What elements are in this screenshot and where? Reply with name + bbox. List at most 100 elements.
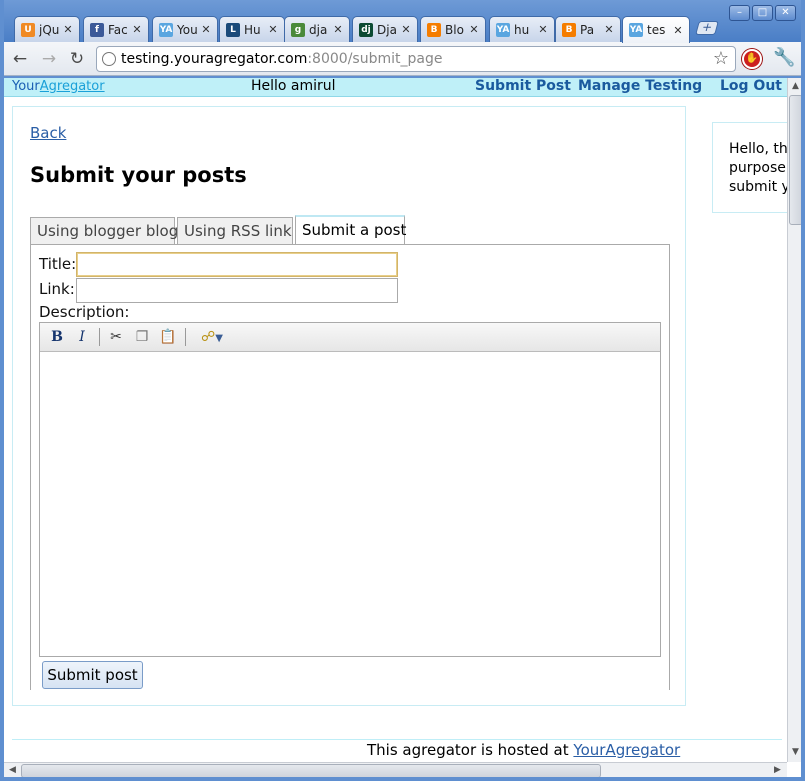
bookmark-star-icon[interactable]: ☆ xyxy=(713,47,729,71)
back-arrow-icon[interactable]: ← xyxy=(9,48,31,70)
close-tab-icon[interactable]: ✕ xyxy=(468,23,480,36)
browser-tab[interactable]: dj Dja ✕ xyxy=(352,16,418,42)
toolbar-separator xyxy=(185,328,186,346)
scroll-left-arrow-icon[interactable]: ◀ xyxy=(5,763,20,778)
submit-post-button[interactable]: Submit post xyxy=(42,661,143,689)
browser-chrome: UjQu ✕ f Fac ✕ YA You ✕ L Hu ✕ g dja ✕ dj Dja ✕ B Blo ✕ YA hu… xyxy=(0,0,805,78)
scroll-up-arrow-icon[interactable]: ▲ xyxy=(788,79,803,94)
browser-tab-title: jQu xyxy=(39,22,60,37)
vertical-scrollbar[interactable]: ▲ ▼ xyxy=(787,78,804,762)
site-header: YourAgregator Hello amirul Submit Post M… xyxy=(4,78,787,97)
link-dropdown-icon[interactable]: ☍▼ xyxy=(195,327,229,347)
address-bar[interactable]: testing.youragregator.com:8000/submit_pa… xyxy=(96,46,736,72)
description-label: Description: xyxy=(39,303,130,321)
sidebar-text-line: purpose xyxy=(729,160,786,176)
sidebar-text-line: Hello, thi xyxy=(729,141,787,157)
google-icon: g xyxy=(291,22,305,37)
blogger-icon: B xyxy=(562,22,576,37)
url-path: :8000/submit_page xyxy=(307,51,443,67)
close-tab-icon[interactable]: ✕ xyxy=(400,23,412,36)
rich-text-editor: B I ✂ ❐ 📋 ☍▼ xyxy=(39,322,661,657)
browser-tab[interactable]: YA hu ✕ xyxy=(489,16,555,42)
site-footer: This agregator is hosted at YourAgregato… xyxy=(367,741,680,759)
close-tab-icon[interactable]: ✕ xyxy=(603,23,615,36)
paste-icon[interactable]: 📋 xyxy=(158,327,178,347)
toolbar-separator xyxy=(99,328,100,346)
adblock-icon[interactable]: ✋ xyxy=(742,49,762,69)
copy-icon[interactable]: ❐ xyxy=(132,327,152,347)
site-logo[interactable]: YourAgregator xyxy=(12,79,105,94)
youragregator-icon: YA xyxy=(496,22,510,37)
page-title: Submit your posts xyxy=(30,163,247,187)
browser-tab[interactable]: B Blo ✕ xyxy=(420,16,486,42)
link-input[interactable] xyxy=(76,278,398,303)
browser-tab[interactable]: YA tes ✕ xyxy=(622,16,690,43)
horizontal-scrollbar[interactable]: ◀ ▶ xyxy=(4,762,787,779)
italic-icon[interactable]: I xyxy=(72,327,92,347)
close-window-button[interactable]: ✕ xyxy=(775,5,796,21)
submit-post-panel: Title: Link: Description: B I ✂ ❐ 📋 ☍▼ S… xyxy=(30,244,670,690)
boot-icon: L xyxy=(226,22,240,37)
wrench-icon[interactable]: 🔧 xyxy=(773,47,795,68)
close-tab-icon[interactable]: ✕ xyxy=(672,24,684,37)
footer-link[interactable]: YourAgregator xyxy=(573,741,680,759)
editor-content-area[interactable] xyxy=(40,352,660,656)
page-viewport: YourAgregator Hello amirul Submit Post M… xyxy=(4,78,787,763)
link-label: Link: xyxy=(39,280,75,298)
back-link[interactable]: Back xyxy=(30,124,66,142)
footer-text: This agregator is hosted at xyxy=(367,741,574,759)
close-tab-icon[interactable]: ✕ xyxy=(537,23,549,36)
reload-icon[interactable]: ↻ xyxy=(66,48,88,70)
browser-tab-title: Hu xyxy=(244,22,261,37)
bold-icon[interactable]: B xyxy=(47,327,67,347)
scroll-right-arrow-icon[interactable]: ▶ xyxy=(770,763,785,778)
horizontal-scroll-thumb[interactable] xyxy=(21,764,601,778)
log-out-link[interactable]: Log Out xyxy=(720,78,782,94)
browser-tab[interactable]: g dja ✕ xyxy=(284,16,350,42)
browser-tab-title: You xyxy=(177,22,198,37)
browser-tab-title: Blo xyxy=(445,22,464,37)
browser-tab[interactable]: B Pa ✕ xyxy=(555,16,621,42)
submit-post-link[interactable]: Submit Post xyxy=(475,78,571,94)
browser-toolbar: ← → ↻ testing.youragregator.com:8000/sub… xyxy=(0,42,805,76)
close-tab-icon[interactable]: ✕ xyxy=(332,23,344,36)
editor-toolbar: B I ✂ ❐ 📋 ☍▼ xyxy=(40,323,660,352)
sidebar-text-line: submit y xyxy=(729,179,787,195)
close-tab-icon[interactable]: ✕ xyxy=(62,23,74,36)
browser-tab[interactable]: L Hu ✕ xyxy=(219,16,285,42)
close-tab-icon[interactable]: ✕ xyxy=(200,23,212,36)
tab-strip: UjQu ✕ f Fac ✕ YA You ✕ L Hu ✕ g dja ✕ dj Dja ✕ B Blo ✕ YA hu… xyxy=(0,0,805,43)
browser-tab[interactable]: YA You ✕ xyxy=(152,16,218,42)
youragregator-icon: YA xyxy=(159,22,173,37)
browser-tab-title: Fac xyxy=(108,22,128,37)
browser-tab-title: hu xyxy=(514,22,530,37)
youragregator-icon: YA xyxy=(629,23,643,37)
browser-tab[interactable]: UjQu ✕ xyxy=(14,16,80,42)
new-tab-button[interactable]: + xyxy=(695,20,719,35)
title-label: Title: xyxy=(39,255,77,273)
tab-blogger-blog[interactable]: Using blogger blog xyxy=(30,217,178,245)
manage-testing-link[interactable]: Manage Testing xyxy=(578,78,702,94)
scroll-down-arrow-icon[interactable]: ▼ xyxy=(788,745,803,760)
url-host: testing.youragregator.com xyxy=(121,51,308,67)
sidebar-info-box: Hello, thi purpose submit y xyxy=(712,122,787,213)
cut-icon[interactable]: ✂ xyxy=(106,327,126,347)
facebook-icon: f xyxy=(90,22,104,37)
browser-tab-title: tes xyxy=(647,23,666,37)
tab-rss-link[interactable]: Using RSS link xyxy=(177,217,293,245)
title-input[interactable] xyxy=(76,252,398,277)
greeting-text: Hello amirul xyxy=(251,78,336,94)
blogger-icon: B xyxy=(427,22,441,37)
maximize-button[interactable]: □ xyxy=(752,5,773,21)
footer-divider xyxy=(12,739,782,740)
browser-tab-title: Dja xyxy=(377,22,397,37)
browser-tab[interactable]: f Fac ✕ xyxy=(83,16,149,42)
browser-tab-title: Pa xyxy=(580,22,595,37)
close-tab-icon[interactable]: ✕ xyxy=(267,23,279,36)
close-tab-icon[interactable]: ✕ xyxy=(131,23,143,36)
minimize-button[interactable]: – xyxy=(729,5,750,21)
forward-arrow-icon[interactable]: → xyxy=(38,48,60,70)
vertical-scroll-thumb[interactable] xyxy=(789,95,803,225)
tab-submit-post[interactable]: Submit a post xyxy=(295,215,406,246)
main-content: Back Submit your posts Using blogger blo… xyxy=(12,106,686,706)
